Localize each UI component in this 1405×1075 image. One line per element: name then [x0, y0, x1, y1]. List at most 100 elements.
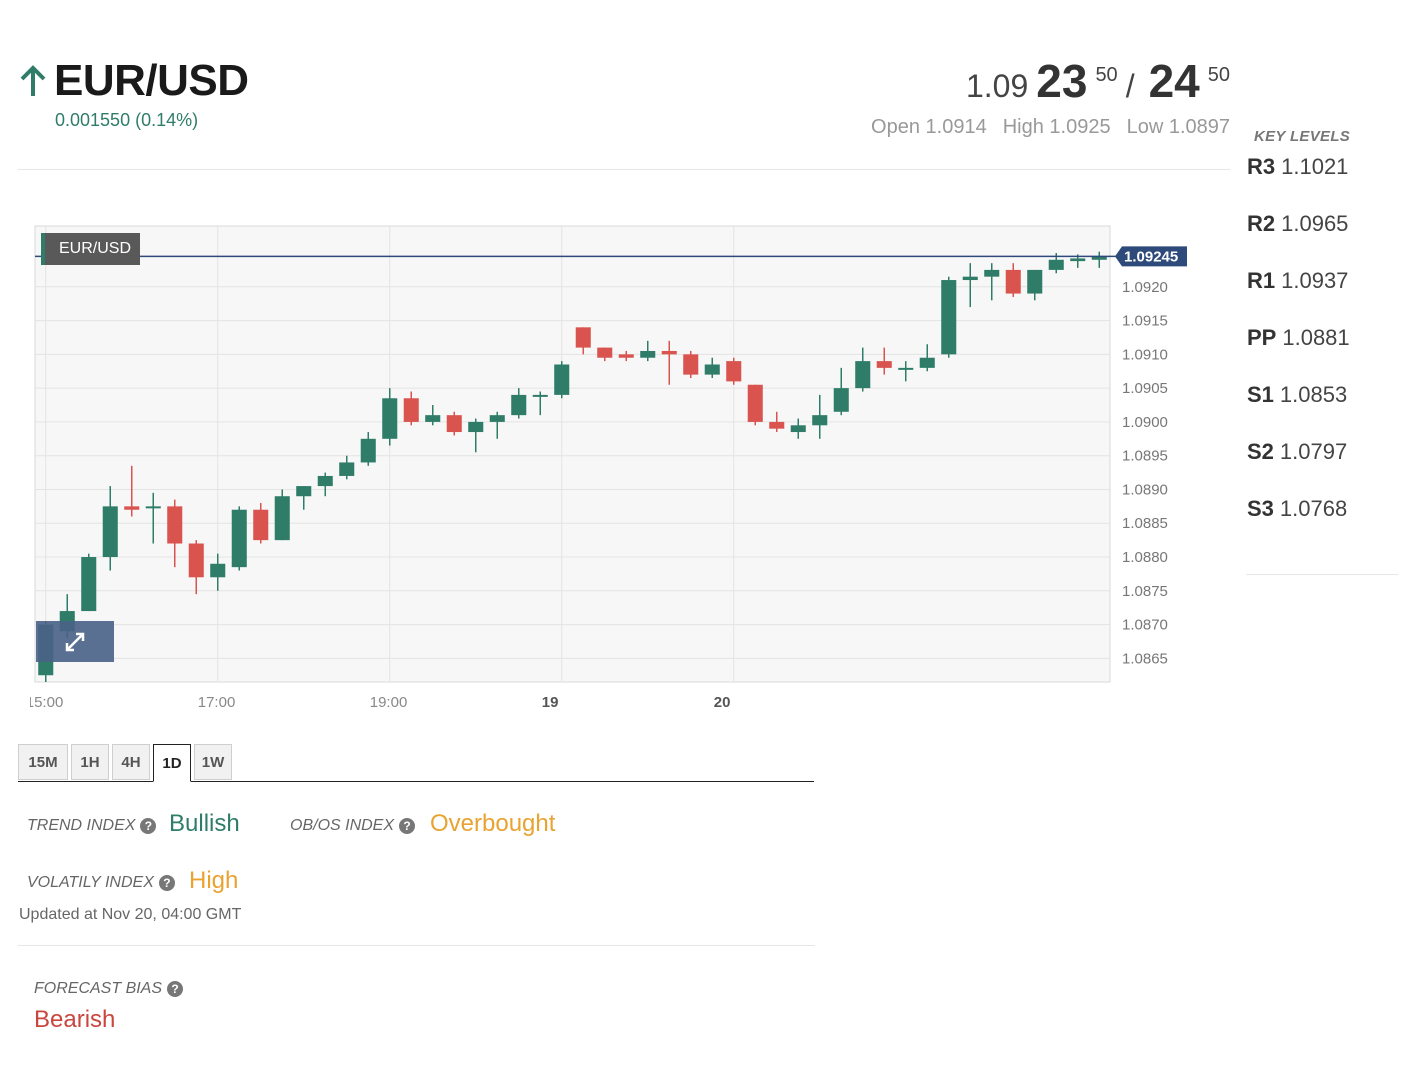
- price-chart[interactable]: 1.0920 1.0915 1.0910 1.0905 1.0900 1.0895 1.08…: [30, 222, 1200, 717]
- trend-index-value: Bullish: [169, 810, 240, 837]
- help-icon[interactable]: ?: [140, 818, 157, 834]
- candle-down: [575, 327, 591, 348]
- y-tick-label: 1.0885: [1122, 515, 1168, 532]
- divider: [18, 945, 815, 946]
- candle-up: [532, 394, 548, 397]
- candle-down: [597, 347, 613, 358]
- open-value: Open 1.0914: [871, 116, 987, 138]
- candle-up: [81, 557, 97, 612]
- candle-up: [274, 496, 290, 541]
- volatility-index-label: VOLATILY INDEX ?: [27, 874, 175, 892]
- y-tick-label: 1.0875: [1122, 583, 1168, 600]
- candle-up: [360, 438, 376, 463]
- candle-down: [188, 543, 204, 578]
- key-level-r2: R2 1.0965: [1247, 211, 1349, 236]
- trend-index-label: TREND INDEX ?: [27, 817, 157, 835]
- forecast-bias-value: Bearish: [34, 1006, 116, 1033]
- candle-up: [1070, 258, 1086, 262]
- x-tick-label: 20: [714, 694, 731, 711]
- title-row: EUR/USD: [18, 56, 249, 106]
- x-tick-label: 19:00: [370, 694, 408, 711]
- key-level-pp: PP 1.0881: [1247, 325, 1350, 350]
- candle-up: [317, 475, 333, 487]
- high-value: High 1.0925: [1002, 116, 1111, 138]
- candle-down: [683, 354, 699, 375]
- y-tick-label: 1.0915: [1122, 313, 1168, 330]
- quote-separator: /: [1125, 68, 1135, 104]
- candle-up: [382, 398, 398, 439]
- candle-down: [769, 421, 785, 429]
- candle-down: [403, 398, 419, 422]
- help-icon[interactable]: ?: [399, 818, 416, 834]
- candle-up: [790, 425, 806, 433]
- y-tick-label: 1.0920: [1122, 279, 1168, 296]
- candle-up: [855, 361, 871, 389]
- bid-main-digits: 23: [1036, 55, 1088, 107]
- y-tick-label: 1.0865: [1122, 650, 1168, 667]
- tab-1w[interactable]: 1W: [194, 744, 232, 780]
- y-tick-label: 1.0890: [1122, 481, 1168, 498]
- candle-up: [511, 394, 527, 416]
- help-icon[interactable]: ?: [167, 981, 184, 997]
- obos-index-label: OB/OS INDEX ?: [290, 817, 416, 835]
- updated-timestamp: Updated at Nov 20, 04:00 GMT: [19, 906, 242, 923]
- candle-down: [747, 384, 763, 422]
- obos-index-value: Overbought: [430, 810, 556, 837]
- candle-up: [231, 509, 247, 568]
- instrument-header: EUR/USD 0.001550 (0.14%) 1.09 23 50 / 24…: [18, 52, 1230, 170]
- key-level-s3: S3 1.0768: [1247, 496, 1348, 521]
- tab-1h[interactable]: 1H: [71, 744, 109, 780]
- y-tick-label: 1.0880: [1122, 549, 1168, 566]
- price-change: 0.001550 (0.14%): [55, 110, 199, 130]
- y-tick-label: 1.0910: [1122, 346, 1168, 363]
- candle-up: [468, 421, 484, 433]
- candle-up: [941, 280, 957, 355]
- candle-up: [296, 486, 312, 497]
- candle-down: [124, 506, 140, 510]
- candle-down: [446, 415, 462, 433]
- tab-15m[interactable]: 15M: [18, 744, 68, 780]
- expand-chart-button[interactable]: [36, 621, 114, 662]
- key-levels-panel: KEY LEVELS R3 1.1021 R2 1.0965 R1 1.0937 PP…: [1246, 126, 1398, 575]
- candle-up: [962, 276, 978, 281]
- ask-pips: 50: [1207, 64, 1230, 86]
- y-tick-label: 1.0905: [1122, 380, 1168, 397]
- candle-down: [618, 354, 634, 358]
- y-tick-label: 1.0870: [1122, 617, 1168, 634]
- help-icon[interactable]: ?: [158, 875, 175, 891]
- key-level-r1: R1 1.0937: [1247, 268, 1349, 293]
- candle-up: [554, 364, 570, 395]
- candle-up: [489, 415, 505, 422]
- candle-up: [210, 563, 226, 578]
- tab-4h[interactable]: 4H: [112, 744, 150, 780]
- key-level-s1: S1 1.0853: [1247, 382, 1348, 407]
- expand-icon: [65, 632, 85, 651]
- tab-1d[interactable]: 1D: [153, 744, 191, 782]
- candle-down: [876, 361, 892, 368]
- open-high-low: Open 1.0914 High 1.0925 Low 1.0897: [871, 116, 1230, 139]
- page-title: EUR/USD: [54, 56, 249, 105]
- candle-down: [167, 506, 183, 544]
- candlestick-chart[interactable]: 1.0920 1.0915 1.0910 1.0905 1.0900 1.0895 1.08…: [30, 222, 1200, 717]
- y-tick-label: 1.0895: [1122, 448, 1168, 465]
- forecast-bias-label: FORECAST BIAS ?: [34, 980, 184, 998]
- candle-down: [661, 350, 677, 355]
- ask-main-digits: 24: [1148, 55, 1200, 107]
- key-levels-title: KEY LEVELS: [1254, 128, 1351, 145]
- x-tick-label: 17:00: [198, 694, 236, 711]
- candle-up: [898, 367, 914, 370]
- candle-down: [253, 509, 269, 541]
- candle-up: [102, 506, 118, 558]
- current-price-label: 1.09245: [1124, 248, 1178, 265]
- bid-ask-quote: 1.09 23 50 / 24 50: [966, 54, 1230, 108]
- arrow-up-icon: [20, 65, 46, 96]
- candle-down: [1005, 269, 1021, 294]
- candle-down: [726, 361, 742, 382]
- candle-up: [145, 506, 161, 509]
- candle-up: [984, 269, 1000, 277]
- y-tick-label: 1.0900: [1122, 414, 1168, 431]
- candle-up: [919, 357, 935, 368]
- bid-pips: 50: [1095, 64, 1118, 86]
- volatility-index-value: High: [189, 867, 239, 894]
- x-tick-label: 15:00: [30, 694, 63, 711]
